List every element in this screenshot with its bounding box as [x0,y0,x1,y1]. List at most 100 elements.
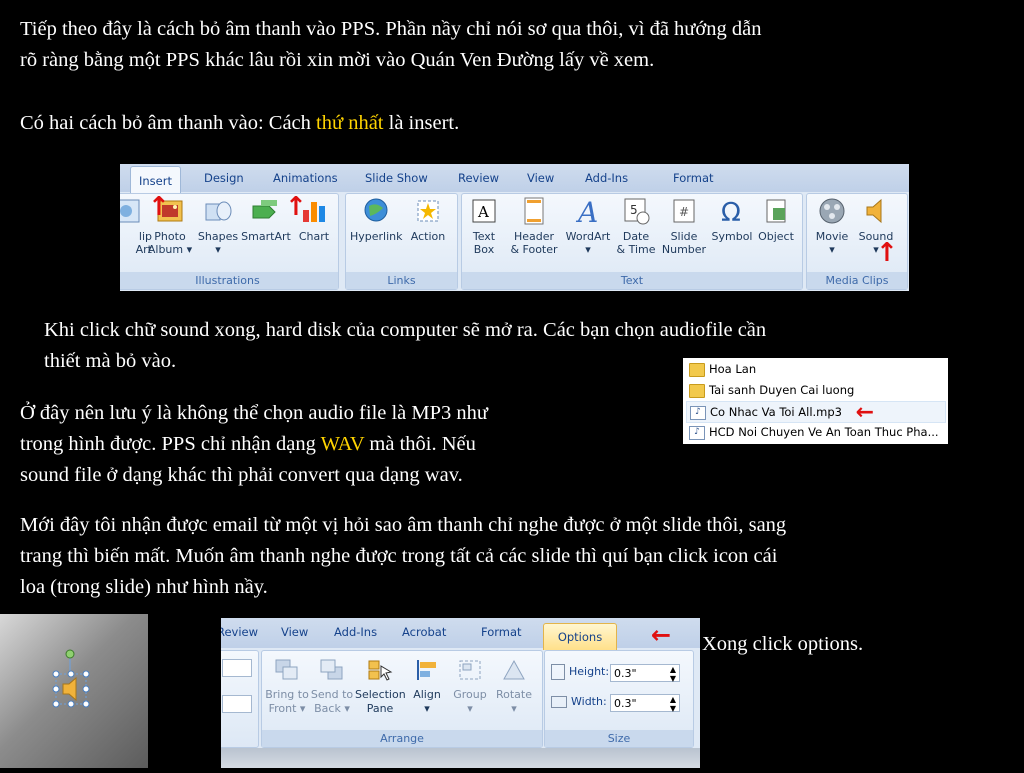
align-label-2: ▾ [424,702,430,715]
wordart-label-2: ▾ [585,243,591,256]
selected-speaker-icon[interactable] [0,614,148,768]
tab-design[interactable]: Design [204,164,244,192]
text-box-icon: A [469,196,499,226]
partial-spinner[interactable] [222,695,252,713]
ribbon-tab-bar: Review View Add-Ins Acrobat Format Optio… [221,618,700,650]
note-paragraph: Ở đây nên lưu ý là không thể chọn audio … [20,398,488,491]
send-to-back-button[interactable]: Send to Back ▾ [310,658,354,716]
tab-view[interactable]: View [527,164,554,192]
smartart-icon [251,196,281,226]
tab-insert[interactable]: Insert [130,166,181,194]
bring-front-icon [274,658,300,682]
shapes-label-2: ▾ [215,243,221,256]
width-value: 0.3" [614,697,637,710]
text-box-button[interactable]: A Text Box [458,196,510,256]
sound-click-line-2: thiết mà bỏ vào. [44,350,177,372]
shapes-button[interactable]: Shapes ▾ [192,196,244,256]
wordart-button[interactable]: A WordArt ▾ [562,196,614,256]
text-box-label-1: Text [472,230,496,243]
date-time-label-2: & Time [616,243,656,256]
selection-pane-label-2: Pane [366,702,394,715]
red-arrow-up-icon: ↑ [148,192,170,222]
email-line-1: Mới đây tôi nhận được email từ một vị hỏ… [20,514,787,536]
width-icon [551,696,567,708]
height-row: Height: [551,662,609,682]
width-label: Width: [571,695,607,708]
partial-group [221,650,259,748]
hyperlink-button[interactable]: Hyperlink [350,196,403,243]
spinner-arrows-icon[interactable]: ▲ ▼ [670,695,676,713]
header-footer-label-1: Header [513,230,555,243]
method-line: Có hai cách bỏ âm thanh vào: Cách thứ nh… [20,108,459,139]
group-label-size: Size [545,730,693,747]
tab-review[interactable]: Review [458,164,499,192]
group-button[interactable]: Group ▾ [448,658,492,716]
align-button[interactable]: Align ▾ [405,658,449,716]
list-item[interactable]: ♪ Co Nhac Va Toi All.mp3 ← [686,401,946,424]
svg-text:A: A [575,196,598,226]
audio-file-icon: ♪ [689,425,705,440]
sound-click-paragraph: Khi click chữ sound xong, hard disk của … [44,315,766,377]
file-name: HCD Noi Chuyen Ve An Toan Thuc Pha... [709,425,939,439]
audio-file-list: Hoa Lan Tai sanh Duyen Cai luong ♪ Co Nha… [683,358,948,444]
tab-add-ins[interactable]: Add-Ins [585,164,628,192]
bring-to-front-label-2: Front ▾ [268,702,306,715]
note-line-3: sound file ở dạng khác thì phải convert … [20,464,463,486]
red-arrow-up-icon: ↑ [876,238,898,268]
shapes-label-1: Shapes [197,230,239,243]
globe-link-icon [361,196,391,226]
group-label-media-clips: Media Clips [807,272,907,289]
chart-label: Chart [298,230,330,243]
header-footer-button[interactable]: Header & Footer [508,196,560,256]
height-input[interactable]: 0.3" ▲ ▼ [610,664,680,683]
object-icon [761,196,791,226]
svg-text:#: # [679,205,689,219]
list-item[interactable]: Hoa Lan [686,359,944,379]
tab-acrobat[interactable]: Acrobat [402,618,446,646]
list-item[interactable]: Tai sanh Duyen Cai luong [686,380,944,400]
tab-options[interactable]: Options [543,623,617,650]
red-arrow-left-icon: ← [651,621,672,649]
tab-view[interactable]: View [281,618,308,646]
tab-review[interactable]: Review [221,618,258,646]
note-highlight-wav: WAV [320,433,365,455]
header-footer-icon [519,196,549,226]
slide-number-button[interactable]: # Slide Number [658,196,710,256]
ribbon-tab-bar: Insert Design Animations Slide Show Revi… [120,164,909,194]
height-label: Height: [569,665,610,678]
height-icon [551,664,565,680]
tab-format[interactable]: Format [673,164,714,192]
file-name: Co Nhac Va Toi All.mp3 [710,405,843,419]
insert-ribbon: Insert Design Animations Slide Show Revi… [120,164,909,291]
width-input[interactable]: 0.3" ▲ ▼ [610,694,680,713]
object-label: Object [758,230,794,243]
options-caption: Xong click options. [702,633,864,655]
method-highlight: thứ nhất [316,112,384,134]
tab-slide-show[interactable]: Slide Show [365,164,428,192]
tab-add-ins[interactable]: Add-Ins [334,618,377,646]
spinner-arrows-icon[interactable]: ▲ ▼ [670,665,676,683]
list-item[interactable]: ♪ HCD Noi Chuyen Ve An Toan Thuc Pha... [686,422,944,442]
rotate-button[interactable]: Rotate ▾ [492,658,536,716]
email-line-3: loa (trong slide) như hình nầy. [20,576,268,598]
intro-paragraph: Tiếp theo đây là cách bỏ âm thanh vào PP… [20,14,761,76]
object-button[interactable]: Object [750,196,802,243]
group-label-1: Group [453,688,487,701]
folder-icon [689,362,705,377]
date-time-button[interactable]: 5 Date & Time [610,196,662,256]
note-line-2: trong hình được. PPS chỉ nhận dạng WAV m… [20,429,488,460]
tab-animations[interactable]: Animations [273,164,338,192]
partial-dropdown[interactable] [222,659,252,677]
selection-pane-button[interactable]: Selection Pane [355,658,406,716]
file-name: Hoa Lan [709,362,757,376]
action-button[interactable]: Action [402,196,454,243]
text-box-label-2: Box [473,243,495,256]
tab-format[interactable]: Format [481,618,522,646]
align-label-1: Align [413,688,441,701]
folder-icon [689,383,705,398]
group-label-illustrations: Illustrations [120,272,338,289]
bring-to-front-button[interactable]: Bring to Front ▾ [265,658,309,716]
slide-number-label-2: Number [661,243,707,256]
svg-text:A: A [477,203,489,221]
rotate-label-2: ▾ [511,702,517,715]
